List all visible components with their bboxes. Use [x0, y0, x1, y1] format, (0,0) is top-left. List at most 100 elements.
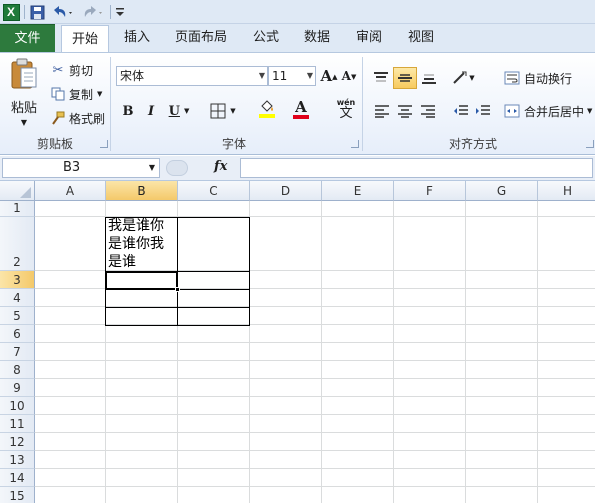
customize-qat-icon[interactable]	[113, 3, 127, 21]
font-size-combo[interactable]: 11 ▼	[268, 66, 316, 86]
underline-button[interactable]: U ▼	[164, 101, 194, 121]
name-box[interactable]: B3 ▼	[2, 158, 160, 178]
italic-button[interactable]: I	[141, 101, 161, 121]
borders-icon	[210, 103, 226, 119]
tab-review[interactable]: 审阅	[349, 24, 389, 52]
column-header-b[interactable]: B	[106, 181, 178, 201]
column-header-c[interactable]: C	[178, 181, 250, 201]
grow-arrow-icon: ▲	[332, 71, 338, 81]
active-cell-b3[interactable]	[105, 271, 178, 290]
underline-icon: U	[168, 103, 180, 119]
tab-home[interactable]: 开始	[61, 25, 109, 53]
merge-center-icon	[504, 104, 520, 118]
qat-separator	[24, 5, 25, 19]
alignment-dialog-launcher-icon[interactable]	[586, 140, 594, 148]
paint-bucket-icon	[261, 100, 273, 112]
row-header-7[interactable]: 7	[0, 343, 35, 361]
wrap-text-icon	[504, 71, 520, 85]
qat-separator	[110, 5, 111, 19]
column-header-a[interactable]: A	[35, 181, 106, 201]
clipboard-dialog-launcher-icon[interactable]	[100, 140, 108, 148]
alignment-group-label: 对齐方式	[448, 137, 497, 151]
merge-center-button[interactable]: 合并后居中 ▼	[504, 102, 592, 120]
font-name-value: 宋体	[120, 69, 145, 83]
align-top-button[interactable]	[370, 67, 392, 89]
column-header-g[interactable]: G	[466, 181, 538, 201]
tab-data[interactable]: 数据	[297, 24, 337, 52]
column-header-f[interactable]: F	[394, 181, 466, 201]
grow-font-button[interactable]: A ▲	[319, 66, 339, 86]
formula-input[interactable]	[240, 158, 593, 178]
row-header-12[interactable]: 12	[0, 433, 35, 451]
paintbrush-icon	[50, 111, 66, 125]
gridline-horizontal	[35, 414, 595, 415]
font-dialog-launcher-icon[interactable]	[351, 140, 359, 148]
row-header-10[interactable]: 10	[0, 397, 35, 415]
row-header-11[interactable]: 11	[0, 415, 35, 433]
tab-file[interactable]: 文件	[0, 24, 55, 52]
row-header-8[interactable]: 8	[0, 361, 35, 379]
row-header-4[interactable]: 4	[0, 289, 35, 307]
format-painter-button[interactable]: 格式刷	[50, 109, 105, 127]
row-header-9[interactable]: 9	[0, 379, 35, 397]
row-header-15[interactable]: 15	[0, 487, 35, 503]
shrink-font-button[interactable]: A ▼	[339, 66, 359, 86]
row-header-14[interactable]: 14	[0, 469, 35, 487]
worksheet-grid[interactable]: ABCDEFGH 1 2 3 4 5 6 7 8 9 10 11 12 13 14 15 我是谁你是谁你我是…	[0, 181, 595, 503]
format-painter-label: 格式刷	[69, 111, 106, 126]
select-all-corner[interactable]	[0, 181, 35, 201]
cut-button[interactable]: ✂ 剪切	[50, 61, 93, 79]
align-left-button[interactable]	[372, 101, 392, 121]
phonetic-guide-button[interactable]: wén 文	[326, 97, 366, 125]
tab-insert[interactable]: 插入	[117, 24, 157, 52]
orientation-button[interactable]: ▼	[449, 67, 477, 89]
tab-view[interactable]: 视图	[401, 24, 441, 52]
redo-icon[interactable]	[80, 3, 106, 21]
excel-logo-icon[interactable]: X	[2, 3, 20, 21]
copy-button[interactable]: 复制 ▼	[50, 85, 102, 103]
column-header-e[interactable]: E	[322, 181, 394, 201]
row-header-2[interactable]: 2	[0, 217, 35, 271]
bold-button[interactable]: B	[118, 101, 138, 121]
align-bottom-icon	[422, 74, 436, 84]
ribbon-tabs: 文件 开始 插入 页面布局 公式 数据 审阅 视图	[0, 24, 595, 53]
fill-color-button[interactable]	[250, 99, 284, 119]
formula-bar-expander[interactable]	[166, 160, 188, 176]
align-center-button[interactable]	[395, 101, 415, 121]
gridline-horizontal	[35, 486, 595, 487]
save-icon[interactable]	[28, 3, 46, 21]
tab-formulas[interactable]: 公式	[246, 24, 286, 52]
chevron-down-icon: ▼	[183, 107, 190, 115]
align-bottom-button[interactable]	[418, 67, 440, 89]
row-header-6[interactable]: 6	[0, 325, 35, 343]
paste-label: 粘贴	[10, 101, 37, 116]
row-header-13[interactable]: 13	[0, 451, 35, 469]
fill-handle[interactable]	[175, 287, 180, 292]
row-header-5[interactable]: 5	[0, 307, 35, 325]
row-header-1[interactable]: 1	[0, 201, 35, 217]
font-color-button[interactable]: A	[285, 99, 317, 119]
cell-b2[interactable]: 我是谁你是谁你我是谁	[108, 217, 176, 271]
increase-indent-button[interactable]	[473, 101, 493, 121]
undo-icon[interactable]	[50, 3, 76, 21]
font-name-combo[interactable]: 宋体 ▼	[116, 66, 268, 86]
column-header-d[interactable]: D	[250, 181, 322, 201]
gridline-vertical	[393, 201, 394, 503]
gridline-horizontal	[35, 360, 595, 361]
gridline-horizontal	[35, 432, 595, 433]
align-middle-button[interactable]	[393, 67, 417, 89]
align-right-button[interactable]	[418, 101, 438, 121]
align-top-icon	[374, 72, 388, 82]
borders-button[interactable]: ▼	[206, 101, 240, 121]
quick-access-toolbar: X	[0, 0, 595, 24]
row-header-3[interactable]: 3	[0, 271, 35, 289]
tab-page-layout[interactable]: 页面布局	[168, 24, 234, 52]
cut-label: 剪切	[69, 63, 94, 78]
insert-function-icon[interactable]: fx	[214, 159, 227, 174]
column-header-h[interactable]: H	[538, 181, 595, 201]
chevron-down-icon: ▼	[230, 107, 236, 115]
decrease-indent-button[interactable]	[451, 101, 471, 121]
wrap-text-button[interactable]: 自动换行	[504, 69, 572, 87]
gridline-vertical	[537, 201, 538, 503]
paste-button[interactable]: 粘贴 ▼	[4, 57, 44, 127]
